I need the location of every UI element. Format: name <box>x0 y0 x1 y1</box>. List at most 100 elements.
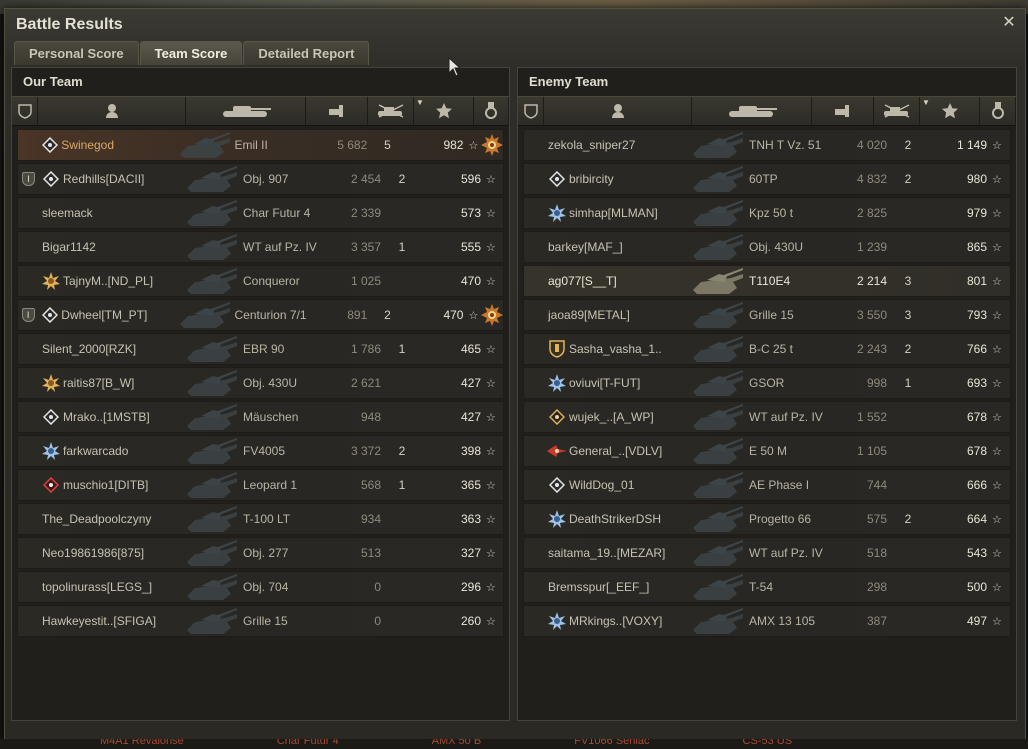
damage-value: 1 786 <box>350 342 381 356</box>
sort-by-damage-column[interactable] <box>812 97 874 125</box>
player-icon <box>105 103 119 119</box>
player-name: ag077[S__T] <box>548 274 617 288</box>
rank-badge-icon <box>545 204 569 222</box>
player-row[interactable]: The_Deadpoolczyny T-100 LT 934 363 ☆ <box>17 503 504 535</box>
vehicle-name: AMX 13 105 <box>749 614 816 628</box>
kills-value: 2 <box>904 342 912 356</box>
sort-by-platoon-column[interactable] <box>12 97 38 125</box>
damage-value: 1 552 <box>856 410 887 424</box>
star-icon: ☆ <box>992 139 1002 152</box>
rank-badge-icon <box>39 272 63 290</box>
player-row[interactable]: wujek_..[A_WP] WT auf Pz. IV 1 552 678 ☆ <box>523 401 1011 433</box>
player-row[interactable]: ag077[S__T] T110E4 2 214 3 801 ☆ <box>523 265 1011 297</box>
vehicle-name: Leopard 1 <box>243 478 298 492</box>
kills-value: 2 <box>398 444 406 458</box>
player-row[interactable]: WildDog_01 AE Phase I 744 666 ☆ <box>523 469 1011 501</box>
player-row[interactable]: Mrako..[1MSTB] Mäuschen 948 427 ☆ <box>17 401 504 433</box>
player-row[interactable]: farkwarcado FV4005 3 372 2 398 ☆ <box>17 435 504 467</box>
damage-icon <box>833 103 853 119</box>
sort-by-platoon-column[interactable] <box>518 97 544 125</box>
mouse-cursor-icon <box>448 57 462 77</box>
tab-detailed-report[interactable]: Detailed Report <box>243 41 370 65</box>
sort-by-kills-column[interactable] <box>368 97 414 125</box>
player-row[interactable]: raitis87[B_W] Obj. 430U 2 621 427 ☆ <box>17 367 504 399</box>
player-row[interactable]: Sasha_vasha_1.. B-C 25 t 2 243 2 766 ☆ <box>523 333 1011 365</box>
damage-value: 1 025 <box>350 274 381 288</box>
player-row[interactable]: simhap[MLMAN] Kpz 50 t 2 825 979 ☆ <box>523 197 1011 229</box>
tank-icon <box>187 334 243 364</box>
player-row[interactable]: Hawkeyestit..[SFIGA] Grille 15 0 260 ☆ <box>17 605 504 637</box>
player-row[interactable]: muschio1[DITB] Leopard 1 568 1 365 ☆ <box>17 469 504 501</box>
tab-personal-score[interactable]: Personal Score <box>14 41 139 65</box>
player-name: zekola_sniper27 <box>548 138 636 152</box>
damage-value: 2 825 <box>856 206 887 220</box>
xp-value: 543 <box>966 546 987 560</box>
tab-team-score[interactable]: Team Score <box>139 41 243 65</box>
player-row[interactable]: jaoa89[METAL] Grille 15 3 550 3 793 ☆ <box>523 299 1011 331</box>
player-row[interactable]: barkey[MAF_] Obj. 430U 1 239 865 ☆ <box>523 231 1011 263</box>
sort-by-damage-column[interactable] <box>306 97 368 125</box>
player-row[interactable]: bribircity 60TP 4 832 2 980 ☆ <box>523 163 1011 195</box>
player-row[interactable]: saitama_19..[MEZAR] WT auf Pz. IV 518 543 ☆ <box>523 537 1011 569</box>
player-row[interactable]: TajnyM..[ND_PL] Conqueror 1 025 470 ☆ <box>17 265 504 297</box>
sort-by-xp-column[interactable]: ▼ <box>414 97 474 125</box>
player-row[interactable]: General_..[VDLV] E 50 M 1 105 678 ☆ <box>523 435 1011 467</box>
xp-value: 793 <box>966 308 987 322</box>
sort-by-player-column[interactable] <box>38 97 186 125</box>
vehicle-name: AE Phase I <box>749 478 810 492</box>
tank-icon <box>693 368 749 398</box>
xp-icon <box>941 102 959 120</box>
damage-icon <box>327 103 347 119</box>
xp-value: 398 <box>460 444 481 458</box>
player-row[interactable]: zekola_sniper27 TNH T Vz. 51 4 020 2 1 149 ☆ <box>523 129 1011 161</box>
player-row[interactable]: topolinurass[LEGS_] Obj. 704 0 296 ☆ <box>17 571 504 603</box>
player-row[interactable]: I Dwheel[TM_PT] Centurion 7/1 891 2 470 ☆ <box>17 299 504 331</box>
xp-value: 470 <box>443 308 464 322</box>
sort-by-medal-column[interactable] <box>980 97 1016 125</box>
damage-value: 2 339 <box>350 206 381 220</box>
sort-by-medal-column[interactable] <box>474 97 509 125</box>
rank-badge-icon <box>545 510 569 528</box>
close-icon[interactable]: ✕ <box>1001 15 1017 31</box>
player-row[interactable]: Bigar1142 WT auf Pz. IV 3 357 1 555 ☆ <box>17 231 504 263</box>
damage-value: 0 <box>374 614 381 628</box>
titlebar: Battle Results ✕ <box>5 9 1025 43</box>
player-name: wujek_..[A_WP] <box>569 410 654 424</box>
player-row[interactable]: Silent_2000[RZK] EBR 90 1 786 1 465 ☆ <box>17 333 504 365</box>
sort-by-player-column[interactable] <box>544 97 692 125</box>
tank-icon <box>693 300 749 330</box>
enemy-team-list: zekola_sniper27 TNH T Vz. 51 4 020 2 1 149 ☆ b… <box>518 126 1016 637</box>
sort-by-vehicle-column[interactable] <box>186 97 306 125</box>
player-name: sleemack <box>42 206 93 220</box>
tank-icon <box>693 130 749 160</box>
our-team-title: Our Team <box>23 74 83 89</box>
player-row[interactable]: DeathStrikerDSH Progetto 66 575 2 664 ☆ <box>523 503 1011 535</box>
vehicle-name: Obj. 277 <box>243 546 289 560</box>
kills-value: 2 <box>904 172 912 186</box>
player-row[interactable]: Swinegod Emil II 5 682 5 982 ☆ <box>17 129 504 161</box>
player-name: Mrako..[1MSTB] <box>63 410 150 424</box>
player-row[interactable]: Neo19861986[875] Obj. 277 513 327 ☆ <box>17 537 504 569</box>
player-row[interactable]: sleemack Char Futur 4 2 339 573 ☆ <box>17 197 504 229</box>
xp-value: 497 <box>966 614 987 628</box>
star-icon: ☆ <box>992 343 1002 356</box>
xp-value: 465 <box>460 342 481 356</box>
sort-by-kills-column[interactable] <box>874 97 920 125</box>
star-icon: ☆ <box>468 139 479 152</box>
sort-by-xp-column[interactable]: ▼ <box>920 97 980 125</box>
player-row[interactable]: oviuvi[T-FUT] GSOR 998 1 693 ☆ <box>523 367 1011 399</box>
player-row[interactable]: MRkings..[VOXY] AMX 13 105 387 497 ☆ <box>523 605 1011 637</box>
player-row[interactable]: I Redhills[DACII] Obj. 907 2 454 2 596 ☆ <box>17 163 504 195</box>
damage-value: 518 <box>866 546 887 560</box>
damage-value: 2 621 <box>350 376 381 390</box>
kills-value: 2 <box>398 172 406 186</box>
sort-by-vehicle-column[interactable] <box>692 97 812 125</box>
damage-value: 513 <box>360 546 381 560</box>
vehicle-name: Obj. 430U <box>243 376 298 390</box>
vehicle-name: Conqueror <box>243 274 300 288</box>
damage-value: 0 <box>374 580 381 594</box>
xp-value: 979 <box>966 206 987 220</box>
player-name: Neo19861986[875] <box>42 546 145 560</box>
player-row[interactable]: Bremsspur[_EEF_] T-54 298 500 ☆ <box>523 571 1011 603</box>
vehicle-name: Mäuschen <box>243 410 299 424</box>
